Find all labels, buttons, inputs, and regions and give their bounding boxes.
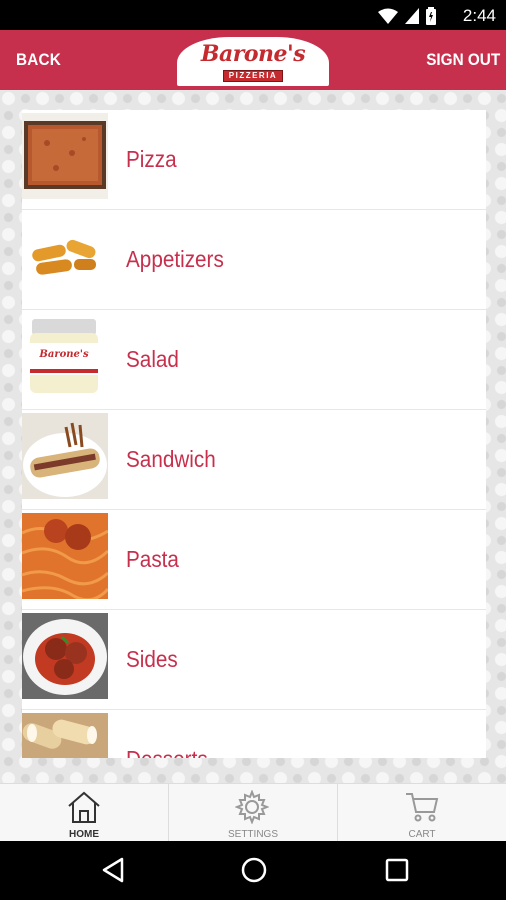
menu-item-label: Pizza bbox=[126, 146, 177, 172]
signal-icon bbox=[405, 8, 419, 24]
menu-item-label: Appetizers bbox=[126, 246, 224, 272]
menu-item-pizza[interactable]: Pizza bbox=[22, 110, 486, 210]
status-bar: 2:44 bbox=[0, 0, 506, 30]
menu-item-sandwich[interactable]: Sandwich bbox=[22, 410, 486, 510]
system-nav-bar bbox=[0, 841, 506, 900]
nav-cart-label: CART bbox=[408, 829, 436, 840]
menu-item-desserts[interactable]: Desserts bbox=[22, 710, 486, 758]
sandwich-photo bbox=[22, 413, 108, 499]
nav-home-label: HOME bbox=[69, 829, 99, 840]
nav-settings-label: SETTINGS bbox=[227, 829, 278, 840]
bottom-nav: HOME SETTINGS CART bbox=[0, 783, 506, 842]
barones-logo: Barone's PIZZERIA bbox=[177, 37, 329, 86]
app-bar: BACK Barone's PIZZERIA SIGN OUT bbox=[0, 30, 506, 90]
menu-item-salad[interactable]: Barone's Salad bbox=[22, 310, 486, 410]
cart-icon bbox=[406, 793, 439, 822]
content-area: Pizza Appetizers Barone's Salad Sandwich… bbox=[0, 90, 506, 783]
gear-icon bbox=[235, 790, 269, 824]
logo-name: Barone's bbox=[200, 41, 306, 67]
nav-home[interactable]: HOME bbox=[0, 784, 168, 842]
battery-icon bbox=[426, 7, 436, 25]
menu-item-label: Sandwich bbox=[126, 446, 216, 472]
home-circle-icon[interactable] bbox=[240, 856, 268, 884]
wifi-icon bbox=[378, 8, 398, 24]
home-icon bbox=[68, 791, 100, 823]
cannoli-photo bbox=[22, 713, 108, 758]
menu-item-label: Salad bbox=[126, 346, 179, 372]
menu-item-label: Desserts bbox=[126, 746, 208, 758]
recents-square-icon[interactable] bbox=[384, 856, 410, 884]
appetizers-photo bbox=[22, 213, 108, 299]
menu-category-list[interactable]: Pizza Appetizers Barone's Salad Sandwich… bbox=[22, 110, 486, 758]
menu-item-label: Sides bbox=[126, 646, 178, 672]
back-triangle-icon[interactable] bbox=[100, 856, 126, 884]
sign-out-button[interactable]: SIGN OUT bbox=[426, 50, 500, 70]
nav-settings[interactable]: SETTINGS bbox=[169, 784, 337, 842]
menu-item-sides[interactable]: Sides bbox=[22, 610, 486, 710]
menu-item-label: Pasta bbox=[126, 546, 179, 572]
status-icons bbox=[378, 7, 436, 25]
status-time: 2:44 bbox=[462, 6, 496, 25]
meatballs-photo bbox=[22, 613, 108, 699]
svg-text:Barone's: Barone's bbox=[38, 349, 89, 360]
salad-dressing-jar-photo: Barone's bbox=[22, 313, 108, 399]
pizza-photo bbox=[22, 113, 108, 199]
back-button[interactable]: BACK bbox=[16, 50, 61, 70]
menu-item-pasta[interactable]: Pasta bbox=[22, 510, 486, 610]
logo-subtitle: PIZZERIA bbox=[222, 70, 284, 82]
nav-cart[interactable]: CART bbox=[338, 784, 506, 842]
menu-item-appetizers[interactable]: Appetizers bbox=[22, 210, 486, 310]
pasta-photo bbox=[22, 513, 108, 599]
